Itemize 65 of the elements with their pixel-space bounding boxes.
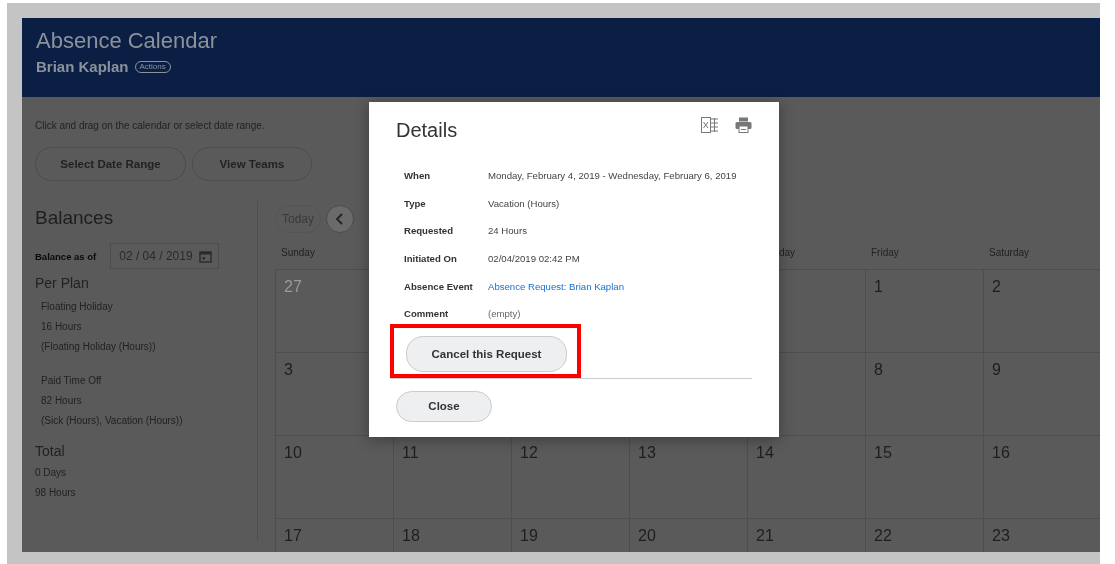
day-number: 10 <box>284 444 302 461</box>
absence-request-link[interactable]: Absence Request: Brian Kaplan <box>488 280 624 292</box>
calendar-cell[interactable]: 8 <box>866 353 984 436</box>
calendar-cell[interactable]: 19 <box>512 519 630 552</box>
calendar-cell[interactable]: 23 <box>984 519 1100 552</box>
cancel-request-button[interactable]: Cancel this Request <box>406 335 567 372</box>
day-number: 14 <box>756 444 774 461</box>
calendar-cell[interactable]: 9 <box>984 353 1100 436</box>
field-value: 24 Hours <box>488 225 527 237</box>
chevron-left-icon <box>335 213 345 225</box>
day-number: 18 <box>402 527 420 544</box>
employee-name: Brian Kaplan <box>36 58 129 75</box>
print-icon[interactable] <box>735 117 752 133</box>
field-label: When <box>404 170 432 182</box>
calendar-cell[interactable]: 16 <box>984 436 1100 519</box>
calendar-cell[interactable]: 18 <box>394 519 512 552</box>
day-number: 13 <box>638 444 656 461</box>
calendar-cell[interactable]: 21 <box>748 519 866 552</box>
day-number: 22 <box>874 527 892 544</box>
spreadsheet-icon[interactable] <box>701 117 719 133</box>
field-value: Monday, February 4, 2019 - Wednesday, February 6, 2019 <box>488 170 737 182</box>
balance-date-label: Balance as of <box>35 250 97 262</box>
view-teams-button[interactable]: View Teams <box>192 147 312 181</box>
calendar-cell[interactable]: 20 <box>630 519 748 552</box>
calendar-cell[interactable]: 1 <box>866 270 984 353</box>
weekday-label: Friday <box>871 247 899 258</box>
day-number: 20 <box>638 527 656 544</box>
field-label: Type <box>404 197 427 209</box>
day-number: 17 <box>284 527 302 544</box>
calendar-cell[interactable]: 15 <box>866 436 984 519</box>
day-number: 21 <box>756 527 774 544</box>
field-label: Absence Event <box>404 280 474 292</box>
day-number: 8 <box>874 361 883 378</box>
calendar-cell[interactable]: 17 <box>276 519 394 552</box>
close-button[interactable]: Close <box>396 390 492 422</box>
page-title: Absence Calendar <box>36 28 218 54</box>
field-value: (empty) <box>488 308 521 320</box>
day-number: 3 <box>284 361 293 378</box>
field-label: Initiated On <box>404 253 458 265</box>
day-number: 2 <box>992 278 1001 295</box>
day-number: 11 <box>402 444 419 461</box>
previous-button[interactable] <box>326 205 354 233</box>
field-value: Vacation (Hours) <box>488 197 560 209</box>
calendar-cell[interactable]: 22 <box>866 519 984 552</box>
field-value: 02/04/2019 02:42 PM <box>488 253 580 265</box>
dialog-title: Details <box>396 119 459 142</box>
day-number: 19 <box>520 527 538 544</box>
day-number: 23 <box>992 527 1010 544</box>
day-number: 1 <box>874 278 883 295</box>
balances-heading: Balances <box>35 207 115 229</box>
plan-name: Floating Holiday <box>41 300 114 314</box>
per-plan-heading: Per Plan <box>35 275 90 291</box>
day-number: 15 <box>874 444 892 461</box>
day-number: 16 <box>992 444 1010 461</box>
day-number: 9 <box>992 361 1001 378</box>
select-date-range-button[interactable]: Select Date Range <box>35 147 186 181</box>
day-number: 27 <box>284 278 302 295</box>
total-heading: Total <box>35 443 66 459</box>
field-label: Comment <box>404 308 450 320</box>
calendar-cell[interactable]: 2 <box>984 270 1100 353</box>
plan-amount: 82 Hours <box>41 394 83 408</box>
day-number: 12 <box>520 444 538 461</box>
calendar-icon <box>198 249 212 263</box>
plan-types: (Floating Holiday (Hours)) <box>41 340 157 354</box>
field-label: Requested <box>404 225 455 237</box>
